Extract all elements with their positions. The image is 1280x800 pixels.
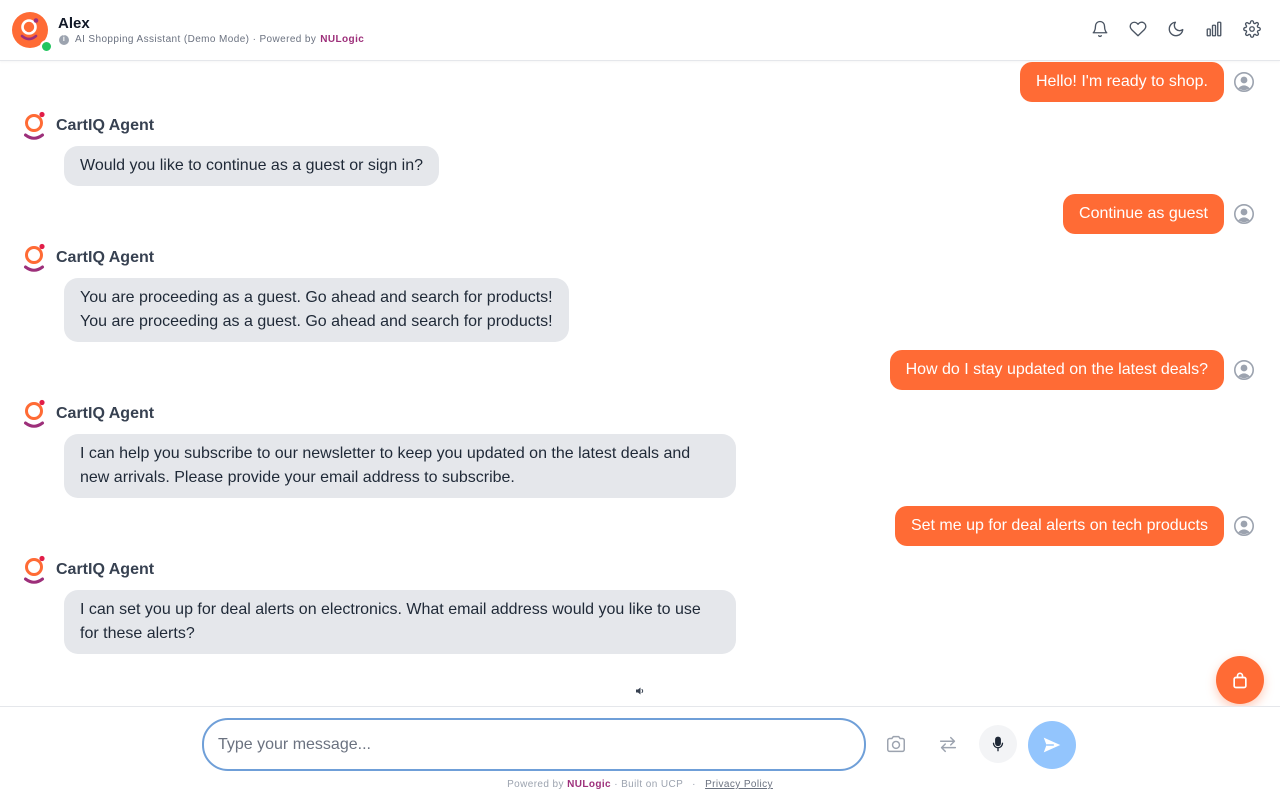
agent-message: I can help you subscribe to our newslett…: [64, 434, 736, 498]
composer-bar: Powered by NULogic · Built on UCP · Priv…: [0, 706, 1280, 800]
online-status-dot: [40, 40, 53, 53]
subtitle-text: AI Shopping Assistant (Demo Mode) · Powe…: [75, 34, 317, 45]
agent-message-line: I can help you subscribe to our newslett…: [80, 445, 691, 462]
agent-message-line: new arrivals. Please provide your email …: [80, 469, 515, 486]
footer-brand: NULogic: [567, 779, 611, 790]
cartiq-logo-icon: [24, 555, 45, 584]
speaker-icon[interactable]: [634, 685, 646, 697]
header-actions: [1090, 18, 1262, 40]
agent-name: CartIQ Agent: [56, 561, 155, 578]
user-avatar-icon: [1234, 516, 1254, 536]
privacy-policy-link[interactable]: Privacy Policy: [705, 779, 773, 790]
user-avatar-icon: [1234, 360, 1254, 380]
favorites-button[interactable]: [1128, 18, 1148, 40]
microphone-button[interactable]: [979, 725, 1017, 763]
agent-name: CartIQ Agent: [56, 249, 155, 266]
assistant-name: Alex: [58, 15, 90, 32]
cartiq-logo-icon: [24, 243, 45, 272]
microphone-icon: [992, 736, 1004, 752]
heart-icon: [1129, 21, 1147, 37]
agent-message: I can set you up for deal alerts on elec…: [64, 590, 736, 654]
notifications-button[interactable]: [1090, 18, 1110, 40]
agent-message: You are proceeding as a guest. Go ahead …: [64, 278, 569, 342]
powered-by-text: Powered by: [507, 779, 564, 790]
agent-message-line: for these alerts?: [80, 625, 195, 642]
brand-name: NULogic: [320, 34, 365, 45]
agent-message-line: You are proceeding as a guest. Go ahead …: [80, 289, 553, 306]
footer-separator: ·: [692, 779, 696, 790]
bell-icon: [1092, 20, 1108, 38]
user-avatar-icon: [1234, 72, 1254, 92]
agent-message-line: I can set you up for deal alerts on elec…: [80, 601, 701, 618]
user-message: Set me up for deal alerts on tech produc…: [894, 506, 1224, 546]
chat-header: Alex i AI Shopping Assistant (Demo Mode)…: [0, 0, 1280, 61]
shopping-bag-icon: [1233, 672, 1247, 689]
camera-button[interactable]: [877, 725, 915, 763]
send-button[interactable]: [1028, 721, 1076, 769]
analytics-button[interactable]: [1204, 18, 1224, 40]
user-message: Hello! I'm ready to shop.: [1019, 62, 1224, 102]
agent-message-header: CartIQ Agent: [22, 242, 154, 274]
user-avatar-icon: [1234, 204, 1254, 224]
assistant-subtitle: i AI Shopping Assistant (Demo Mode) · Po…: [59, 34, 364, 45]
user-message: Continue as guest: [1063, 194, 1224, 234]
info-icon: i: [59, 34, 69, 45]
moon-icon: [1168, 21, 1184, 37]
camera-icon: [887, 735, 905, 753]
settings-button[interactable]: [1242, 18, 1262, 40]
agent-message-header: CartIQ Agent: [22, 110, 154, 142]
user-message: How do I stay updated on the latest deal…: [889, 350, 1224, 390]
agent-message-header: CartIQ Agent: [22, 398, 154, 430]
cartiq-logo-icon: [20, 18, 39, 41]
gear-icon: [1243, 20, 1261, 38]
swap-arrows-icon: [939, 736, 957, 753]
built-on-text: · Built on UCP: [614, 779, 683, 790]
agent-message-line: Would you like to continue as a guest or…: [80, 157, 424, 174]
send-icon: [1043, 737, 1061, 753]
footer-credits: Powered by NULogic · Built on UCP · Priv…: [0, 779, 1280, 790]
cartiq-logo-icon: [24, 399, 45, 428]
dark-mode-button[interactable]: [1166, 18, 1186, 40]
bar-chart-icon: [1206, 21, 1222, 37]
agent-message-header: CartIQ Agent: [22, 554, 154, 586]
agent-message: Would you like to continue as a guest or…: [64, 146, 440, 186]
message-input[interactable]: [202, 718, 866, 771]
agent-message-line: You are proceeding as a guest. Go ahead …: [80, 313, 553, 330]
agent-name: CartIQ Agent: [56, 117, 155, 134]
shopping-cart-button[interactable]: [1216, 656, 1264, 704]
agent-name: CartIQ Agent: [56, 405, 155, 422]
cartiq-logo-icon: [24, 111, 45, 140]
switch-button[interactable]: [929, 725, 967, 763]
